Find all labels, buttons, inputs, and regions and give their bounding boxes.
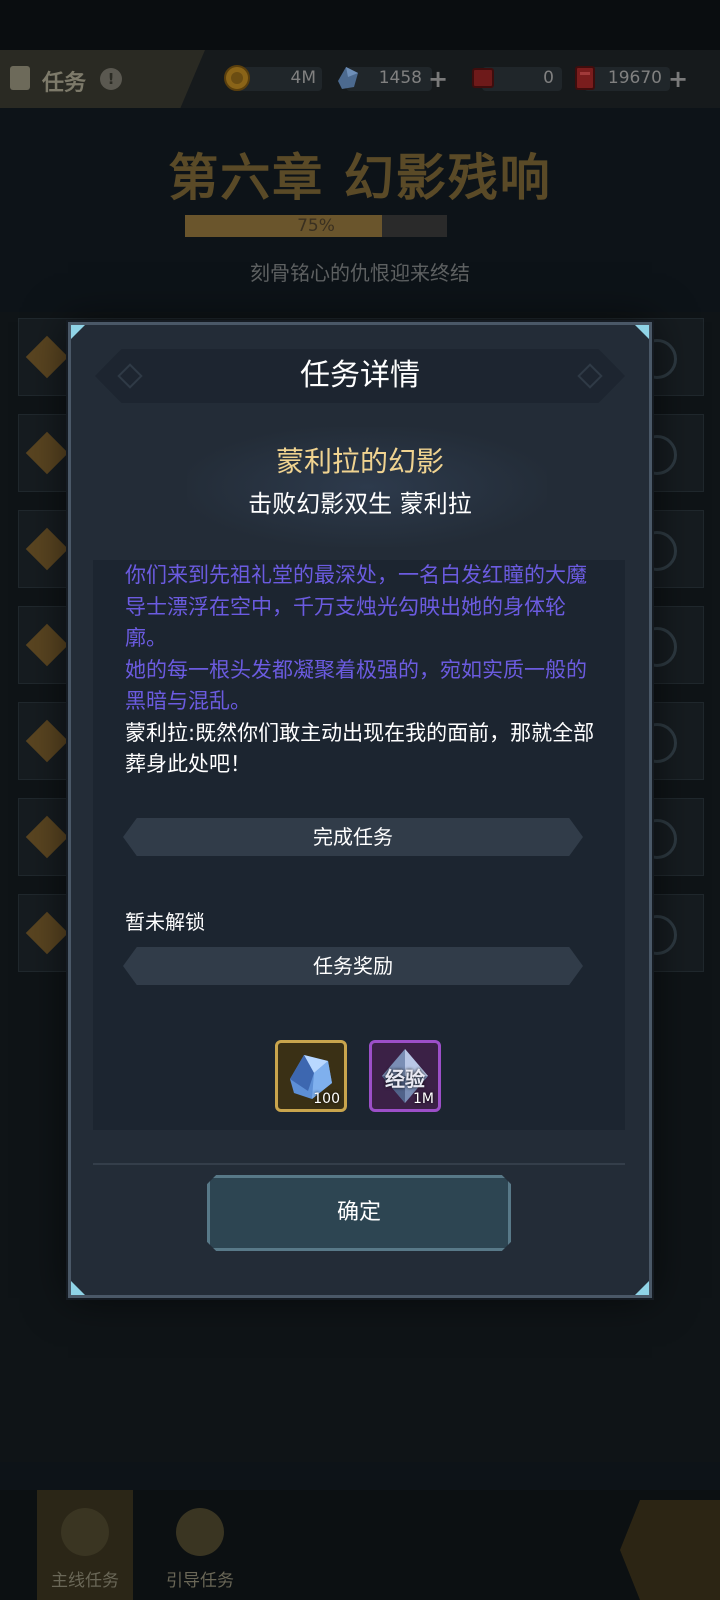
scroll-icon [10, 66, 30, 90]
top-bar: 任务 ! 4M 1458 + 0 19670 + [0, 50, 720, 108]
description-dialogue: 蒙利拉:既然你们敢主动出现在我的面前，那就全部葬身此处吧！ [125, 720, 595, 777]
quest-badge-icon [25, 623, 69, 667]
scroll-icon [61, 1508, 109, 1556]
quest-badge-icon [25, 815, 69, 859]
quest-badge-icon [25, 335, 69, 379]
resource-ticket: 0 [468, 63, 563, 95]
divider [93, 1163, 625, 1165]
reward-section-header: 任务奖励 [123, 947, 583, 985]
add-book-button[interactable]: + [668, 65, 688, 93]
reward-count: 100 [313, 1091, 340, 1107]
quest-name: 蒙利拉的幻影 [275, 445, 444, 478]
chapter-progress-bar: 75% [185, 215, 447, 237]
gold-coin-icon [224, 65, 250, 91]
quest-badge-icon [25, 719, 69, 763]
modal-header: 任务详情 [95, 349, 625, 403]
complete-section-header: 完成任务 [123, 818, 583, 856]
resource-book: 19670 + [570, 63, 690, 95]
resource-value: 1458 [378, 68, 422, 88]
quest-tab-header: 任务 ! [0, 50, 205, 108]
resource-gold: 4M [222, 63, 322, 95]
tab-title: 任务 [42, 71, 87, 96]
locked-status: 暂未解锁 [125, 910, 205, 934]
chapter-title: 第六章 幻影残响 [168, 149, 552, 207]
modal-title: 任务详情 [300, 358, 420, 393]
section-label: 任务奖励 [313, 954, 393, 978]
status-strip [0, 0, 720, 50]
nav-main-quest[interactable]: 主线任务 [37, 1490, 133, 1600]
progress-label: 75% [297, 216, 335, 236]
add-crystal-button[interactable]: + [428, 65, 448, 93]
bottom-nav: 主线任务 引导任务 [0, 1490, 720, 1600]
resource-value: 4M [290, 68, 316, 88]
quest-description: 你们来到先祖礼堂的最深处，一名白发红瞳的大魔导士漂浮在空中，千万支烛光勾映出她的… [125, 560, 595, 781]
exp-label: 经验 [385, 1067, 425, 1091]
reward-exp[interactable]: 经验 1M [369, 1040, 441, 1112]
quest-objective: 击败幻影双生 蒙利拉 [248, 490, 472, 518]
resource-value: 19670 [607, 68, 662, 88]
confirm-button[interactable]: 确定 [207, 1175, 511, 1251]
nav-label: 主线任务 [51, 1571, 119, 1591]
quest-badge-icon [25, 911, 69, 955]
bone-icon [176, 1508, 224, 1556]
section-label: 完成任务 [313, 825, 393, 849]
confirm-label: 确定 [336, 1200, 381, 1225]
red-ticket-icon [472, 68, 494, 88]
frame-corner [71, 1281, 85, 1295]
reward-crystal[interactable]: 100 [275, 1040, 347, 1112]
frame-corner [635, 1281, 649, 1295]
description-paragraph: 你们来到先祖礼堂的最深处，一名白发红瞳的大魔导士漂浮在空中，千万支烛光勾映出她的… [125, 563, 587, 650]
chapter-subtitle: 刻骨铭心的仇恨迎来终结 [250, 261, 470, 285]
reward-count: 1M [413, 1091, 434, 1107]
resource-value: 0 [543, 68, 554, 88]
nav-label: 引导任务 [166, 1571, 234, 1591]
resource-crystal: 1458 + [332, 63, 454, 95]
frame-corner [635, 325, 649, 339]
description-paragraph: 她的每一根头发都凝聚着极强的，宛如实质一般的黑暗与混乱。 [125, 657, 587, 714]
quest-badge-icon [25, 527, 69, 571]
red-book-icon [575, 66, 595, 90]
nav-guide-quest[interactable]: 引导任务 [152, 1490, 248, 1600]
frame-corner [71, 325, 85, 339]
crystal-icon [338, 67, 358, 89]
info-icon[interactable]: ! [100, 68, 122, 90]
next-arrow-button[interactable] [620, 1500, 720, 1600]
